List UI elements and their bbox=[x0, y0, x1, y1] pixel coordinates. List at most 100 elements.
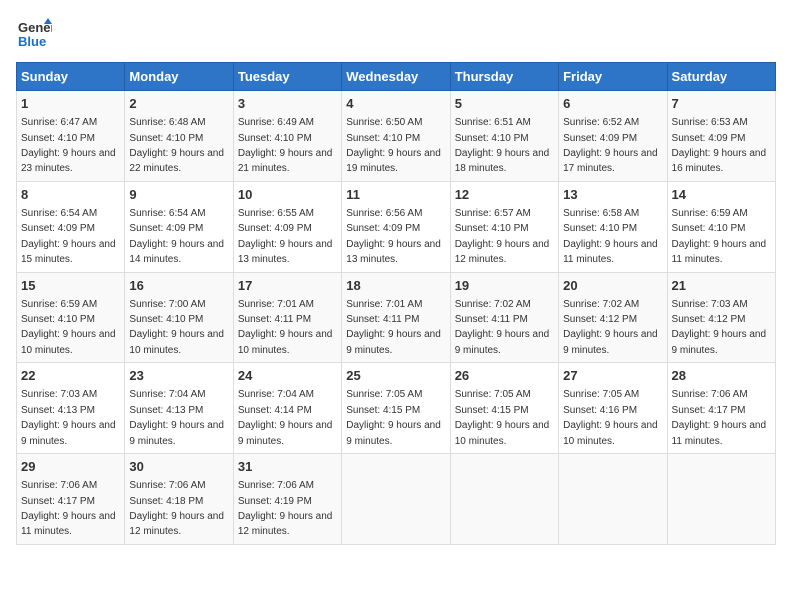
calendar-cell: 16 Sunrise: 7:00 AMSunset: 4:10 PMDaylig… bbox=[125, 272, 233, 363]
calendar-cell: 12 Sunrise: 6:57 AMSunset: 4:10 PMDaylig… bbox=[450, 181, 558, 272]
day-number: 13 bbox=[563, 186, 662, 204]
calendar-cell: 10 Sunrise: 6:55 AMSunset: 4:09 PMDaylig… bbox=[233, 181, 341, 272]
calendar-cell: 2 Sunrise: 6:48 AMSunset: 4:10 PMDayligh… bbox=[125, 91, 233, 182]
week-row-2: 8 Sunrise: 6:54 AMSunset: 4:09 PMDayligh… bbox=[17, 181, 776, 272]
day-header-wednesday: Wednesday bbox=[342, 63, 450, 91]
week-row-5: 29 Sunrise: 7:06 AMSunset: 4:17 PMDaylig… bbox=[17, 454, 776, 545]
day-number: 20 bbox=[563, 277, 662, 295]
day-number: 7 bbox=[672, 95, 771, 113]
day-info: Sunrise: 7:03 AMSunset: 4:12 PMDaylight:… bbox=[672, 299, 767, 356]
day-number: 8 bbox=[21, 186, 120, 204]
calendar-cell: 20 Sunrise: 7:02 AMSunset: 4:12 PMDaylig… bbox=[559, 272, 667, 363]
day-number: 12 bbox=[455, 186, 554, 204]
day-number: 30 bbox=[129, 458, 228, 476]
day-info: Sunrise: 6:57 AMSunset: 4:10 PMDaylight:… bbox=[455, 208, 550, 265]
calendar-cell: 29 Sunrise: 7:06 AMSunset: 4:17 PMDaylig… bbox=[17, 454, 125, 545]
day-number: 2 bbox=[129, 95, 228, 113]
day-info: Sunrise: 6:52 AMSunset: 4:09 PMDaylight:… bbox=[563, 117, 658, 174]
day-info: Sunrise: 6:54 AMSunset: 4:09 PMDaylight:… bbox=[21, 208, 116, 265]
calendar-cell: 30 Sunrise: 7:06 AMSunset: 4:18 PMDaylig… bbox=[125, 454, 233, 545]
day-info: Sunrise: 6:55 AMSunset: 4:09 PMDaylight:… bbox=[238, 208, 333, 265]
day-info: Sunrise: 6:48 AMSunset: 4:10 PMDaylight:… bbox=[129, 117, 224, 174]
calendar-cell: 3 Sunrise: 6:49 AMSunset: 4:10 PMDayligh… bbox=[233, 91, 341, 182]
day-info: Sunrise: 6:59 AMSunset: 4:10 PMDaylight:… bbox=[672, 208, 767, 265]
day-number: 9 bbox=[129, 186, 228, 204]
day-info: Sunrise: 7:01 AMSunset: 4:11 PMDaylight:… bbox=[346, 299, 441, 356]
day-info: Sunrise: 6:50 AMSunset: 4:10 PMDaylight:… bbox=[346, 117, 441, 174]
day-number: 25 bbox=[346, 367, 445, 385]
day-header-thursday: Thursday bbox=[450, 63, 558, 91]
day-number: 11 bbox=[346, 186, 445, 204]
day-info: Sunrise: 6:54 AMSunset: 4:09 PMDaylight:… bbox=[129, 208, 224, 265]
calendar-cell: 17 Sunrise: 7:01 AMSunset: 4:11 PMDaylig… bbox=[233, 272, 341, 363]
day-number: 16 bbox=[129, 277, 228, 295]
calendar-cell: 27 Sunrise: 7:05 AMSunset: 4:16 PMDaylig… bbox=[559, 363, 667, 454]
page-header: General Blue bbox=[16, 16, 776, 52]
day-number: 26 bbox=[455, 367, 554, 385]
day-info: Sunrise: 6:58 AMSunset: 4:10 PMDaylight:… bbox=[563, 208, 658, 265]
day-header-saturday: Saturday bbox=[667, 63, 775, 91]
day-info: Sunrise: 6:56 AMSunset: 4:09 PMDaylight:… bbox=[346, 208, 441, 265]
day-number: 5 bbox=[455, 95, 554, 113]
calendar-cell: 15 Sunrise: 6:59 AMSunset: 4:10 PMDaylig… bbox=[17, 272, 125, 363]
calendar-cell bbox=[342, 454, 450, 545]
day-info: Sunrise: 7:06 AMSunset: 4:17 PMDaylight:… bbox=[21, 480, 116, 537]
day-info: Sunrise: 7:05 AMSunset: 4:15 PMDaylight:… bbox=[455, 389, 550, 446]
day-number: 29 bbox=[21, 458, 120, 476]
week-row-3: 15 Sunrise: 6:59 AMSunset: 4:10 PMDaylig… bbox=[17, 272, 776, 363]
day-info: Sunrise: 7:04 AMSunset: 4:13 PMDaylight:… bbox=[129, 389, 224, 446]
week-row-1: 1 Sunrise: 6:47 AMSunset: 4:10 PMDayligh… bbox=[17, 91, 776, 182]
day-info: Sunrise: 7:05 AMSunset: 4:16 PMDaylight:… bbox=[563, 389, 658, 446]
logo-icon: General Blue bbox=[16, 16, 52, 52]
day-header-tuesday: Tuesday bbox=[233, 63, 341, 91]
day-number: 31 bbox=[238, 458, 337, 476]
calendar-cell: 6 Sunrise: 6:52 AMSunset: 4:09 PMDayligh… bbox=[559, 91, 667, 182]
header-row: SundayMondayTuesdayWednesdayThursdayFrid… bbox=[17, 63, 776, 91]
day-info: Sunrise: 7:06 AMSunset: 4:18 PMDaylight:… bbox=[129, 480, 224, 537]
calendar-cell: 31 Sunrise: 7:06 AMSunset: 4:19 PMDaylig… bbox=[233, 454, 341, 545]
day-header-sunday: Sunday bbox=[17, 63, 125, 91]
day-info: Sunrise: 6:47 AMSunset: 4:10 PMDaylight:… bbox=[21, 117, 116, 174]
day-number: 15 bbox=[21, 277, 120, 295]
day-number: 21 bbox=[672, 277, 771, 295]
calendar-cell: 26 Sunrise: 7:05 AMSunset: 4:15 PMDaylig… bbox=[450, 363, 558, 454]
day-info: Sunrise: 7:01 AMSunset: 4:11 PMDaylight:… bbox=[238, 299, 333, 356]
day-number: 27 bbox=[563, 367, 662, 385]
calendar-cell bbox=[559, 454, 667, 545]
day-number: 3 bbox=[238, 95, 337, 113]
day-info: Sunrise: 7:00 AMSunset: 4:10 PMDaylight:… bbox=[129, 299, 224, 356]
day-info: Sunrise: 6:49 AMSunset: 4:10 PMDaylight:… bbox=[238, 117, 333, 174]
day-number: 17 bbox=[238, 277, 337, 295]
calendar-cell: 23 Sunrise: 7:04 AMSunset: 4:13 PMDaylig… bbox=[125, 363, 233, 454]
day-number: 23 bbox=[129, 367, 228, 385]
day-number: 18 bbox=[346, 277, 445, 295]
day-number: 22 bbox=[21, 367, 120, 385]
logo: General Blue bbox=[16, 16, 56, 52]
day-info: Sunrise: 7:06 AMSunset: 4:19 PMDaylight:… bbox=[238, 480, 333, 537]
day-info: Sunrise: 7:04 AMSunset: 4:14 PMDaylight:… bbox=[238, 389, 333, 446]
day-info: Sunrise: 7:06 AMSunset: 4:17 PMDaylight:… bbox=[672, 389, 767, 446]
calendar-cell: 24 Sunrise: 7:04 AMSunset: 4:14 PMDaylig… bbox=[233, 363, 341, 454]
day-number: 19 bbox=[455, 277, 554, 295]
calendar-cell: 1 Sunrise: 6:47 AMSunset: 4:10 PMDayligh… bbox=[17, 91, 125, 182]
calendar-cell: 22 Sunrise: 7:03 AMSunset: 4:13 PMDaylig… bbox=[17, 363, 125, 454]
calendar-cell bbox=[667, 454, 775, 545]
calendar-cell: 25 Sunrise: 7:05 AMSunset: 4:15 PMDaylig… bbox=[342, 363, 450, 454]
day-info: Sunrise: 7:05 AMSunset: 4:15 PMDaylight:… bbox=[346, 389, 441, 446]
day-info: Sunrise: 6:59 AMSunset: 4:10 PMDaylight:… bbox=[21, 299, 116, 356]
calendar-cell: 5 Sunrise: 6:51 AMSunset: 4:10 PMDayligh… bbox=[450, 91, 558, 182]
day-header-monday: Monday bbox=[125, 63, 233, 91]
calendar-cell: 28 Sunrise: 7:06 AMSunset: 4:17 PMDaylig… bbox=[667, 363, 775, 454]
calendar-cell: 8 Sunrise: 6:54 AMSunset: 4:09 PMDayligh… bbox=[17, 181, 125, 272]
day-number: 24 bbox=[238, 367, 337, 385]
calendar-cell: 11 Sunrise: 6:56 AMSunset: 4:09 PMDaylig… bbox=[342, 181, 450, 272]
day-info: Sunrise: 6:51 AMSunset: 4:10 PMDaylight:… bbox=[455, 117, 550, 174]
day-number: 1 bbox=[21, 95, 120, 113]
day-info: Sunrise: 7:02 AMSunset: 4:12 PMDaylight:… bbox=[563, 299, 658, 356]
calendar-cell: 18 Sunrise: 7:01 AMSunset: 4:11 PMDaylig… bbox=[342, 272, 450, 363]
day-number: 6 bbox=[563, 95, 662, 113]
calendar-cell: 19 Sunrise: 7:02 AMSunset: 4:11 PMDaylig… bbox=[450, 272, 558, 363]
week-row-4: 22 Sunrise: 7:03 AMSunset: 4:13 PMDaylig… bbox=[17, 363, 776, 454]
calendar-cell: 14 Sunrise: 6:59 AMSunset: 4:10 PMDaylig… bbox=[667, 181, 775, 272]
calendar-cell bbox=[450, 454, 558, 545]
